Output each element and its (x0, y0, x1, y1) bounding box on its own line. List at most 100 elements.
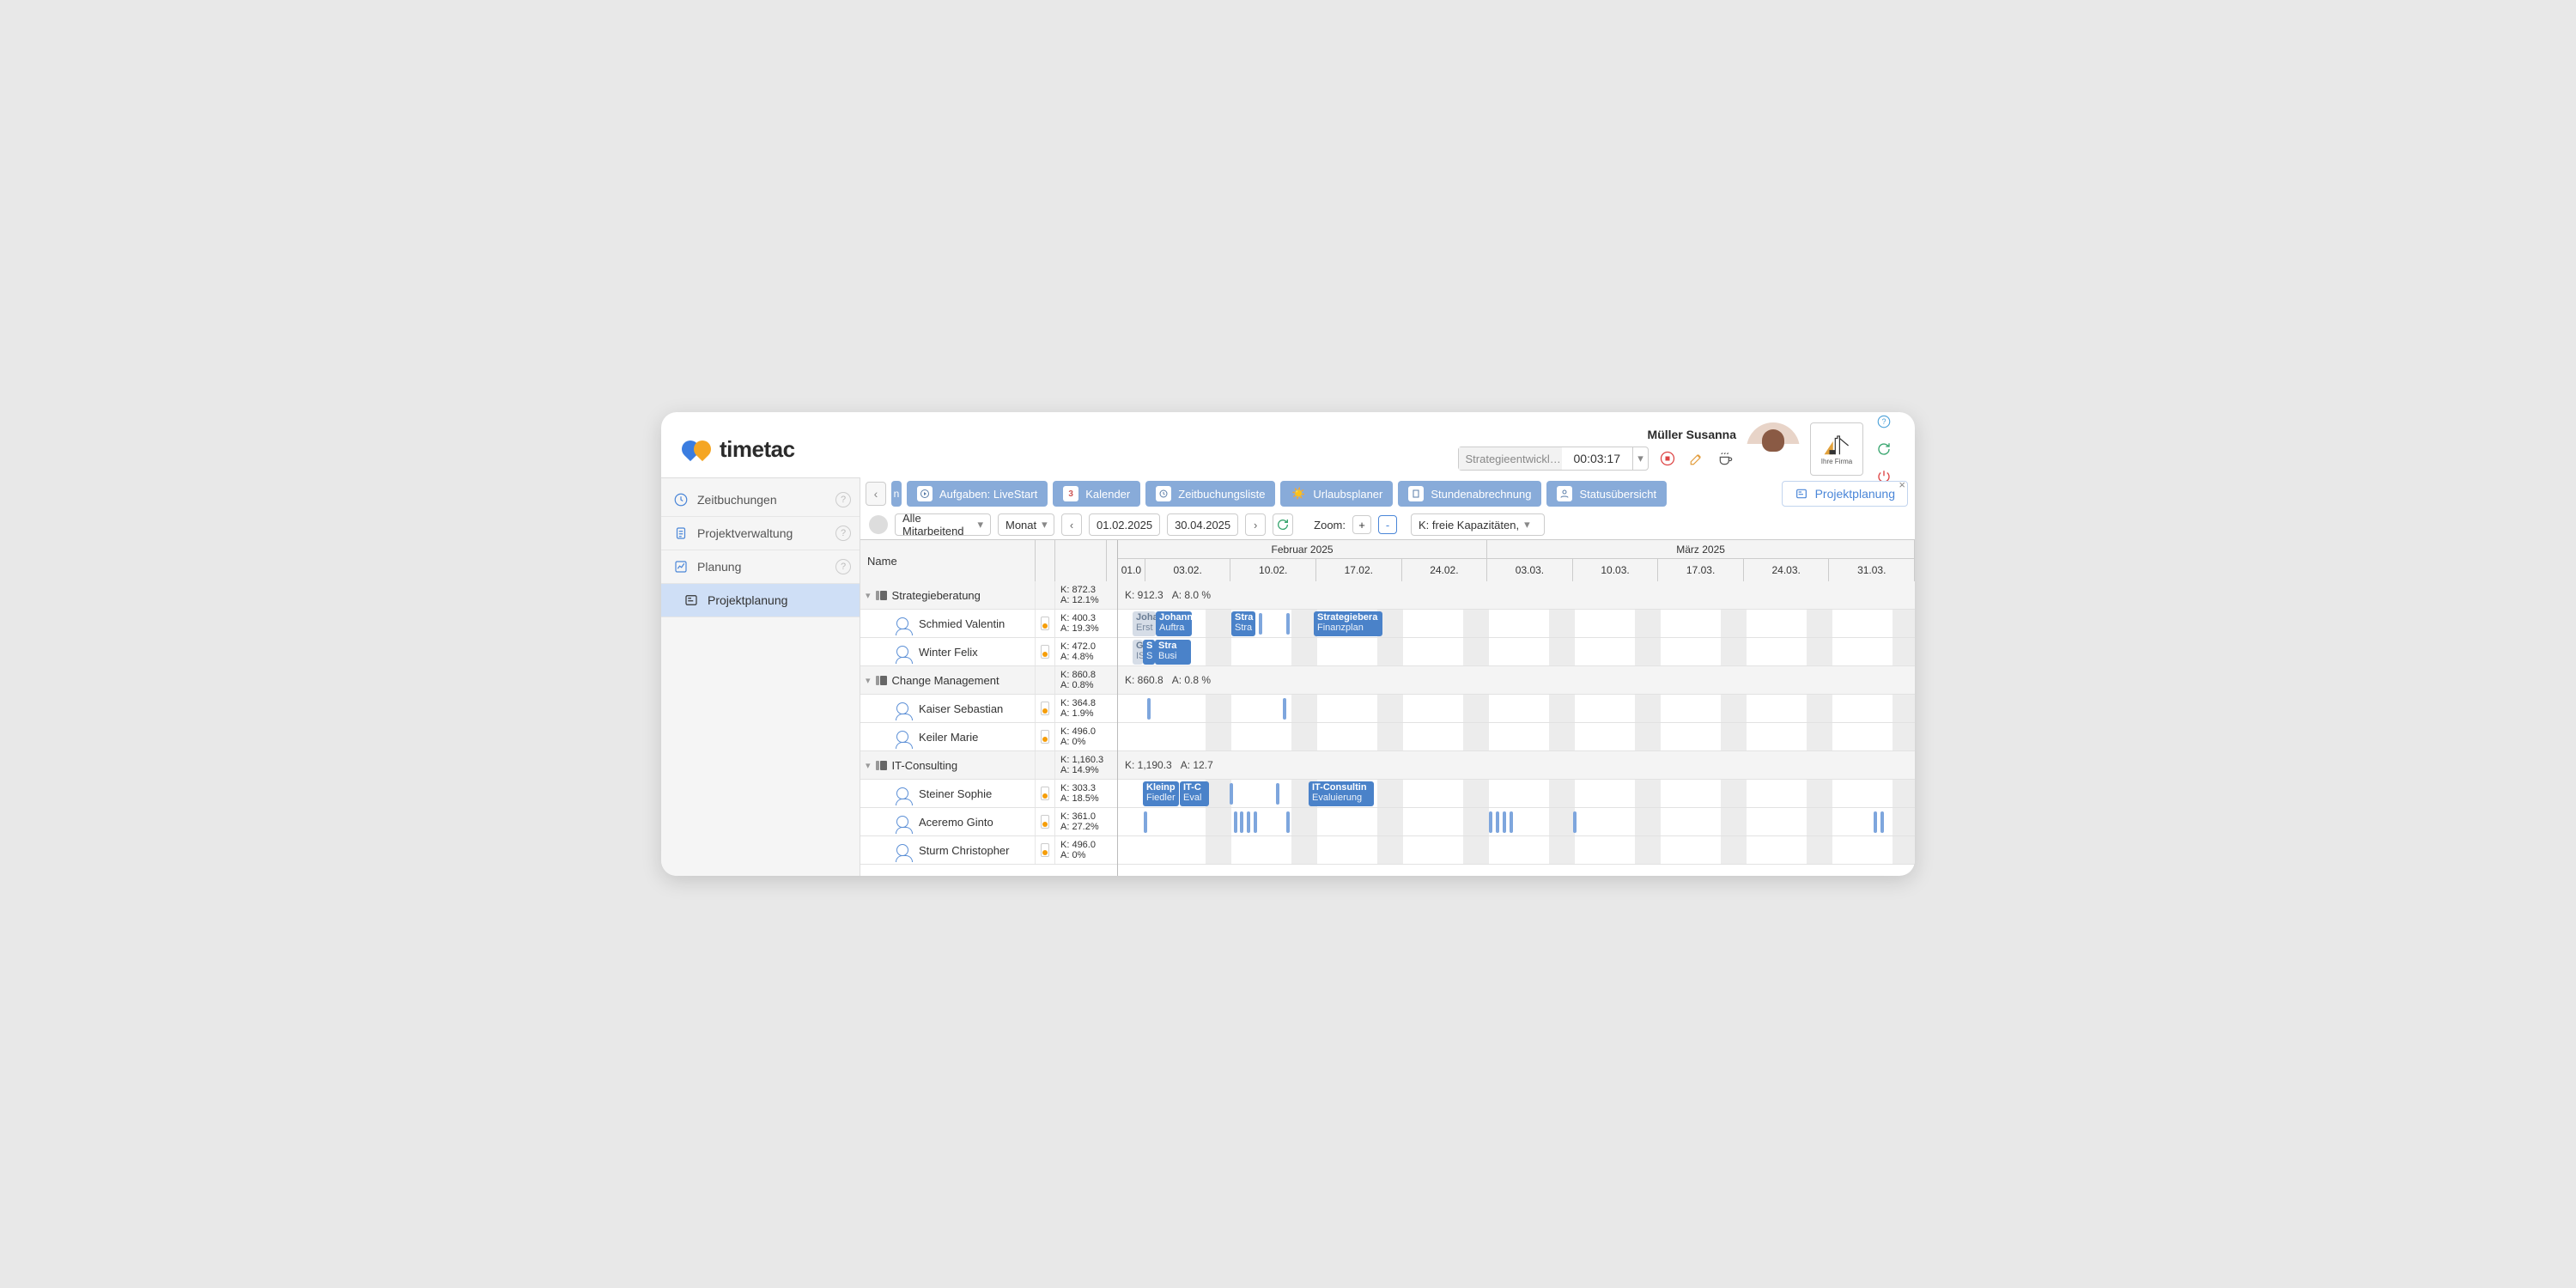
user-icon (896, 731, 908, 743)
allocation-tick (1234, 811, 1237, 833)
sidebar-label: Projektverwaltung (697, 526, 793, 540)
row-name: Schmied Valentin (919, 617, 1005, 630)
chevron-down-icon[interactable]: ▾ (866, 590, 871, 601)
task-bar[interactable]: StraBusi (1155, 640, 1191, 665)
tabs-scroll-left[interactable]: ‹ (866, 482, 886, 506)
task-bar[interactable]: JohannAuftra (1156, 611, 1192, 636)
svg-text:?: ? (1881, 417, 1886, 426)
resource-row[interactable]: Aceremo GintoK: 361.0A: 27.2% (860, 808, 1117, 836)
time-tracking-widget: Strategieentwickl… 00:03:17 ▾ (1458, 447, 1649, 471)
sidebar-item-projektplanung[interactable]: Projektplanung (661, 584, 860, 617)
task-bar[interactable]: IT-ConsultinEvaluierung (1309, 781, 1374, 806)
chevron-down-icon[interactable]: ▾ (866, 760, 871, 771)
calendar-badge-icon[interactable] (1041, 617, 1049, 630)
header-action-icons: ? (1874, 412, 1894, 487)
user-icon (896, 617, 908, 629)
tracking-time: 00:03:17 (1567, 452, 1628, 465)
resource-row[interactable]: Steiner SophieK: 303.3A: 18.5% (860, 780, 1117, 808)
group-row[interactable]: ▾Change ManagementK: 860.8A: 0.8% (860, 666, 1117, 695)
date-prev-button[interactable]: ‹ (1061, 513, 1082, 536)
task-bar[interactable]: StraStra (1231, 611, 1255, 636)
help-icon[interactable]: ? (835, 526, 851, 541)
date-to-input[interactable]: 30.04.2025 (1167, 513, 1238, 536)
task-bar[interactable]: JohaErst (1133, 611, 1156, 636)
calendar-badge-icon[interactable] (1041, 843, 1049, 857)
tab-statusuebersicht[interactable]: Statusübersicht (1546, 481, 1667, 507)
timeline[interactable]: Februar 2025März 2025 01.003.02.10.02.17… (1118, 540, 1915, 876)
capacity-filter-select[interactable]: K: freie Kapazitäten,▾ (1411, 513, 1545, 536)
task-bar[interactable]: StrategieberaFinanzplan (1314, 611, 1382, 636)
group-row[interactable]: ▾IT-ConsultingK: 1,160.3A: 14.9% (860, 751, 1117, 780)
zoom-out-button[interactable]: - (1378, 515, 1397, 534)
sidebar-item-projektverwaltung[interactable]: Projektverwaltung ? (661, 517, 860, 550)
team-icon (876, 676, 887, 685)
date-next-button[interactable]: › (1245, 513, 1266, 536)
tab-kalender[interactable]: 3Kalender (1053, 481, 1140, 507)
task-bar[interactable]: IT-CEval (1180, 781, 1209, 806)
tab-stundenabrechnung[interactable]: Stundenabrechnung (1398, 481, 1541, 507)
user-avatar[interactable] (1747, 422, 1800, 476)
allocation-tick (1254, 811, 1257, 833)
user-icon (896, 702, 908, 714)
calendar-badge-icon[interactable] (1041, 787, 1049, 800)
task-bar[interactable]: SS (1143, 640, 1155, 665)
chevron-down-icon[interactable]: ▾ (866, 675, 871, 686)
chart-icon (673, 559, 689, 574)
calendar-badge-icon[interactable] (1041, 730, 1049, 744)
tab-aufgaben[interactable]: Aufgaben: LiveStart (907, 481, 1048, 507)
team-icon (876, 761, 887, 770)
sidebar-item-zeitbuchungen[interactable]: Zeitbuchungen ? (661, 483, 860, 517)
zoom-in-button[interactable]: + (1352, 515, 1371, 534)
date-from-input[interactable]: 01.02.2025 (1089, 513, 1160, 536)
resource-row[interactable]: Schmied ValentinK: 400.3A: 19.3% (860, 610, 1117, 638)
user-icon (896, 844, 908, 856)
close-icon[interactable]: × (1899, 478, 1905, 491)
timeline-group-row: K: 1,190.3 A: 12.7 (1118, 751, 1915, 780)
calendar-badge-icon[interactable] (1041, 645, 1049, 659)
allocation-tick (1276, 783, 1279, 805)
resource-row[interactable]: Kaiser SebastianK: 364.8A: 1.9% (860, 695, 1117, 723)
logo: timetac (682, 436, 795, 463)
group-row[interactable]: ▾StrategieberatungK: 872.3A: 12.1% (860, 581, 1117, 610)
calendar-badge-icon[interactable] (1041, 702, 1049, 715)
tab-zeitbuchungsliste[interactable]: Zeitbuchungsliste (1145, 481, 1275, 507)
resource-row[interactable]: Winter FelixK: 472.0A: 4.8% (860, 638, 1117, 666)
employee-select[interactable]: Alle Mitarbeitend▾ (895, 513, 991, 536)
row-name: Winter Felix (919, 646, 978, 659)
toolbar-avatar-placeholder (869, 515, 888, 534)
task-bar[interactable]: KleinpFiedler (1143, 781, 1179, 806)
tab-urlaubsplaner[interactable]: ☀️Urlaubsplaner (1280, 481, 1393, 507)
help-icon[interactable]: ? (835, 559, 851, 574)
logo-text: timetac (720, 436, 795, 463)
sidebar-item-planung[interactable]: Planung ? (661, 550, 860, 584)
tracking-task[interactable]: Strategieentwickl… (1459, 447, 1562, 470)
period-select[interactable]: Monat▾ (998, 513, 1054, 536)
resource-row[interactable]: Sturm ChristopherK: 496.0A: 0% (860, 836, 1117, 865)
help-icon[interactable]: ? (1874, 412, 1894, 432)
task-bar[interactable]: GIS (1133, 640, 1143, 665)
timeline-row: GISSSStraBusi (1118, 638, 1915, 666)
coffee-icon[interactable] (1716, 448, 1736, 469)
clipboard-icon (673, 526, 689, 541)
user-icon (896, 787, 908, 799)
logo-mark (682, 440, 711, 458)
allocation-tick (1874, 811, 1877, 833)
team-icon (876, 591, 887, 600)
toolbar: Alle Mitarbeitend▾ Monat▾ ‹ 01.02.2025 3… (860, 510, 1915, 539)
tab-projektplanung-active[interactable]: Projektplanung × (1782, 481, 1908, 507)
help-icon[interactable]: ? (835, 492, 851, 507)
timeline-body[interactable]: K: 912.3 A: 8.0 %JohaErstJohannAuftra Str… (1118, 581, 1915, 876)
timeline-group-row: K: 912.3 A: 8.0 % (1118, 581, 1915, 610)
company-logo[interactable]: Ihre Firma (1810, 422, 1863, 476)
tracking-dropdown[interactable]: ▾ (1632, 447, 1648, 470)
timeline-row (1118, 695, 1915, 723)
refresh-button[interactable] (1273, 513, 1293, 536)
partial-tab[interactable]: n (891, 481, 902, 507)
sidebar: Zeitbuchungen ? Projektverwaltung ? Plan… (661, 477, 860, 876)
resource-row[interactable]: Keiler MarieK: 496.0A: 0% (860, 723, 1117, 751)
calendar-badge-icon[interactable] (1041, 815, 1049, 829)
refresh-icon[interactable] (1874, 439, 1894, 459)
edit-icon[interactable] (1686, 448, 1707, 469)
stop-icon[interactable] (1657, 448, 1678, 469)
grid-area: Name ▾StrategieberatungK: 872.3A: 12.1%S… (860, 539, 1915, 876)
